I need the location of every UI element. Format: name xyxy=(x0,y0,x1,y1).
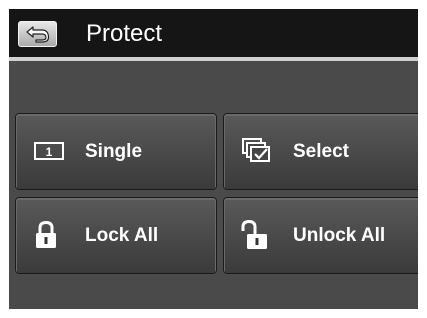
single-frame-number: 1 xyxy=(46,145,53,159)
lock-all-button[interactable]: Lock All xyxy=(15,197,217,274)
back-button[interactable] xyxy=(18,21,57,47)
single-label: Single xyxy=(85,141,143,162)
back-arrow-icon xyxy=(26,26,50,43)
page-title: Protect xyxy=(86,20,163,47)
camera-screen: Protect 1 Single Select Lock All Unlock … xyxy=(9,9,418,309)
lock-all-label: Lock All xyxy=(85,225,159,246)
unlock-all-label: Unlock All xyxy=(293,225,386,246)
unlock-all-button[interactable]: Unlock All xyxy=(223,197,418,274)
unlock-icon xyxy=(241,219,267,249)
select-multiple-icon xyxy=(242,138,270,162)
select-label: Select xyxy=(293,141,349,162)
single-frame-icon: 1 xyxy=(34,142,64,160)
select-button[interactable]: Select xyxy=(223,113,418,190)
header-divider xyxy=(9,57,418,61)
title-bar: Protect xyxy=(9,9,418,57)
lock-icon xyxy=(36,220,56,248)
single-button[interactable]: 1 Single xyxy=(15,113,217,190)
